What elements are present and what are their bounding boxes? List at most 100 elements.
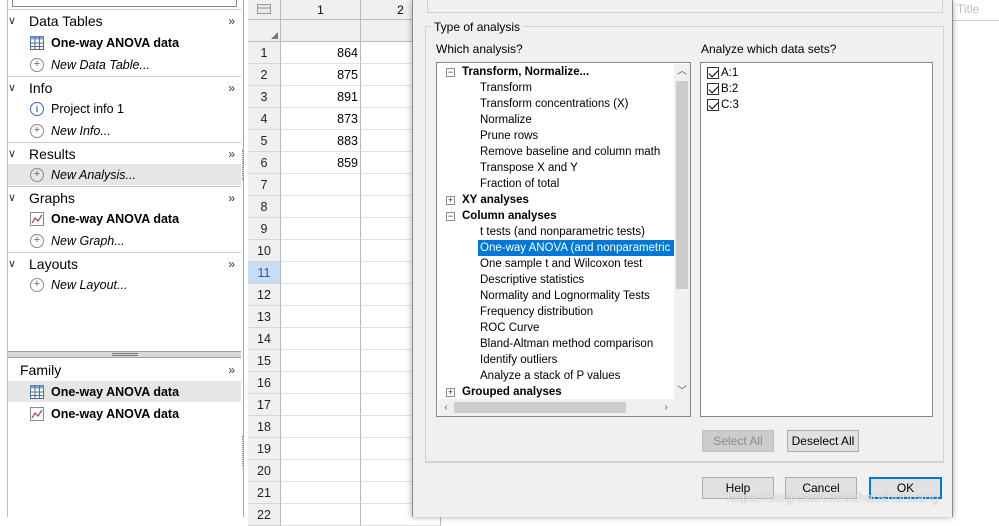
new-graph-link[interactable]: + New Graph...	[8, 230, 241, 251]
nav-item-graph[interactable]: One-way ANOVA data	[8, 208, 241, 229]
table-cell[interactable]	[281, 284, 361, 306]
scroll-up-icon[interactable]: ︿	[674, 64, 690, 80]
new-analysis-link[interactable]: + New Analysis...	[8, 164, 241, 185]
tree-item[interactable]: Normalize	[480, 112, 532, 128]
table-cell[interactable]: 859	[281, 152, 361, 174]
table-cell[interactable]	[281, 460, 361, 482]
table-cell[interactable]: 891	[281, 86, 361, 108]
tree-item[interactable]: One-way ANOVA (and nonparametric or	[478, 240, 686, 256]
table-cell[interactable]	[281, 262, 361, 284]
table-cell[interactable]	[281, 350, 361, 372]
row-number[interactable]: 7	[248, 174, 281, 196]
tree-item[interactable]: Fraction of total	[480, 176, 559, 192]
chevron-down-icon[interactable]: ∨	[8, 257, 21, 270]
tree-category-column[interactable]: Column analyses	[462, 208, 557, 224]
table-cell[interactable]: 873	[281, 108, 361, 130]
section-results[interactable]: ∨ Results »	[8, 142, 241, 164]
table-cell[interactable]	[281, 504, 361, 526]
section-info[interactable]: ∨ Info »	[8, 76, 241, 98]
row-number[interactable]: 19	[248, 438, 281, 460]
column-header[interactable]: 1	[281, 0, 361, 20]
navigator-splitter[interactable]	[8, 351, 241, 358]
analysis-tree[interactable]: − Transform, Normalize... Transform Trans…	[436, 62, 691, 417]
scroll-thumb[interactable]	[676, 81, 688, 289]
row-number[interactable]: 12	[248, 284, 281, 306]
collapse-icon[interactable]: −	[446, 212, 455, 221]
dataset-item-b[interactable]: B:2	[707, 81, 738, 97]
datasets-list[interactable]: A:1 B:2 C:3	[700, 62, 933, 417]
more-icon[interactable]: »	[228, 81, 235, 95]
table-cell[interactable]	[281, 438, 361, 460]
family-item-data-table[interactable]: One-way ANOVA data	[8, 381, 241, 402]
chevron-down-icon[interactable]: ∨	[8, 14, 21, 27]
row-number[interactable]: 8	[248, 196, 281, 218]
table-cell[interactable]: 875	[281, 64, 361, 86]
collapse-icon[interactable]: −	[446, 68, 455, 77]
scroll-thumb[interactable]	[454, 402, 626, 413]
more-icon[interactable]: »	[228, 191, 235, 205]
column-title-cell[interactable]	[281, 20, 361, 42]
more-icon[interactable]: »	[228, 257, 235, 271]
row-number[interactable]: 3	[248, 86, 281, 108]
row-number[interactable]: 16	[248, 372, 281, 394]
row-number[interactable]: 18	[248, 416, 281, 438]
row-number[interactable]: 15	[248, 350, 281, 372]
tree-item[interactable]: Normality and Lognormality Tests	[480, 288, 650, 304]
row-number[interactable]: 11	[248, 262, 281, 284]
tree-item[interactable]: Transform	[480, 80, 532, 96]
new-data-table-link[interactable]: + New Data Table...	[8, 54, 241, 75]
tree-item[interactable]: Prune rows	[480, 128, 538, 144]
row-number[interactable]: 21	[248, 482, 281, 504]
tree-category-xy[interactable]: XY analyses	[462, 192, 529, 208]
row-number[interactable]: 14	[248, 328, 281, 350]
sheet-corner[interactable]	[248, 0, 281, 20]
table-cell[interactable]	[281, 218, 361, 240]
chevron-down-icon[interactable]: ∨	[8, 147, 21, 160]
table-cell[interactable]	[281, 328, 361, 350]
tree-item[interactable]: Identify outliers	[480, 352, 557, 368]
tree-item[interactable]: t tests (and nonparametric tests)	[480, 224, 645, 240]
tree-item[interactable]: One sample t and Wilcoxon test	[480, 256, 642, 272]
row-number[interactable]: 22	[248, 504, 281, 526]
tree-item[interactable]: Transpose X and Y	[480, 160, 578, 176]
tree-item[interactable]: Descriptive statistics	[480, 272, 584, 288]
table-cell[interactable]	[281, 174, 361, 196]
row-number[interactable]: 10	[248, 240, 281, 262]
tree-item[interactable]: Frequency distribution	[480, 304, 593, 320]
expand-icon[interactable]: +	[446, 388, 455, 397]
section-layouts[interactable]: ∨ Layouts »	[8, 252, 241, 274]
checkbox-checked-icon[interactable]	[707, 67, 719, 79]
tree-item[interactable]: ROC Curve	[480, 320, 539, 336]
table-cell[interactable]	[281, 240, 361, 262]
table-cell[interactable]	[281, 306, 361, 328]
tree-item[interactable]: Remove baseline and column math	[480, 144, 660, 160]
nav-item-data-table[interactable]: One-way ANOVA data	[8, 32, 241, 53]
chevron-down-icon[interactable]: ∨	[8, 81, 21, 94]
dataset-item-a[interactable]: A:1	[707, 65, 738, 81]
row-number[interactable]: 1	[248, 42, 281, 64]
row-number[interactable]: 20	[248, 460, 281, 482]
more-icon[interactable]: »	[228, 363, 235, 377]
row-number[interactable]: 5	[248, 130, 281, 152]
row-number[interactable]: 17	[248, 394, 281, 416]
checkbox-checked-icon[interactable]	[707, 99, 719, 111]
table-cell[interactable]: 864	[281, 42, 361, 64]
family-item-graph[interactable]: One-way ANOVA data	[8, 403, 241, 424]
table-cell[interactable]	[281, 416, 361, 438]
new-layout-link[interactable]: + New Layout...	[8, 274, 241, 295]
resize-handle[interactable]	[242, 436, 244, 466]
more-icon[interactable]: »	[228, 14, 235, 28]
new-info-link[interactable]: + New Info...	[8, 120, 241, 141]
scroll-right-icon[interactable]: ›	[658, 399, 674, 416]
row-number[interactable]: 6	[248, 152, 281, 174]
horizontal-scrollbar[interactable]: ‹ ›	[438, 399, 674, 416]
more-icon[interactable]: »	[228, 147, 235, 161]
resize-handle[interactable]	[242, 150, 244, 180]
deselect-all-button[interactable]: Deselect All	[787, 430, 859, 452]
tree-item[interactable]: Transform concentrations (X)	[480, 96, 628, 112]
tree-item[interactable]: Analyze a stack of P values	[480, 368, 620, 384]
vertical-scrollbar[interactable]: ︿ ﹀	[674, 64, 690, 400]
expand-icon[interactable]: +	[446, 196, 455, 205]
table-cell[interactable]	[281, 372, 361, 394]
section-graphs[interactable]: ∨ Graphs »	[8, 186, 241, 208]
